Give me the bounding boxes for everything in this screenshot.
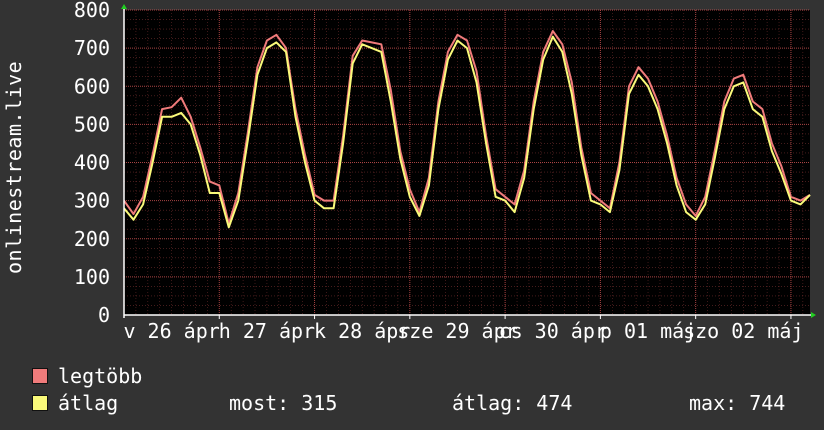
y-tick-label: 700: [74, 36, 110, 60]
stat-average: átlag: 474: [452, 391, 573, 415]
y-tick-label: 500: [74, 112, 110, 136]
y-tick-label: 200: [74, 227, 110, 251]
y-tick-label: 400: [74, 151, 110, 175]
legend-item-legtobb: legtöbb: [32, 364, 142, 388]
legend-label-atlag: átlag: [58, 391, 119, 415]
y-tick-label: 600: [74, 74, 110, 98]
stat-now: most: 315: [229, 391, 338, 415]
x-tick-label: v 26 ápr: [123, 319, 219, 343]
legend-swatch-atlag: [32, 395, 48, 411]
x-tick-label: p 01 máj: [600, 319, 696, 343]
y-tick-label: 300: [74, 189, 110, 213]
legend-swatch-legtobb: [32, 368, 48, 384]
x-tick-label: szo 02 máj: [683, 319, 803, 343]
x-tick-label: k 28 ápr: [314, 319, 410, 343]
x-tick-label: h 27 ápr: [219, 319, 315, 343]
y-tick-label: 100: [74, 265, 110, 289]
y-tick-label: 0: [98, 303, 110, 327]
stat-max: max: 744: [689, 391, 786, 415]
y-axis-arrow-icon: [121, 4, 127, 9]
x-axis-arrow-icon: [811, 312, 816, 318]
chart: 0 100 200 300 400 500 600 700 800 v 26 áprh 27 áp…: [74, 0, 816, 343]
y-axis-label: onlinestream.live: [2, 60, 26, 274]
x-tick-label: cs 30 ápr: [499, 319, 607, 343]
y-tick-label: 800: [74, 0, 110, 22]
legend-label-legtobb: legtöbb: [58, 364, 143, 388]
legend-item-atlag: átlag: [32, 391, 118, 415]
